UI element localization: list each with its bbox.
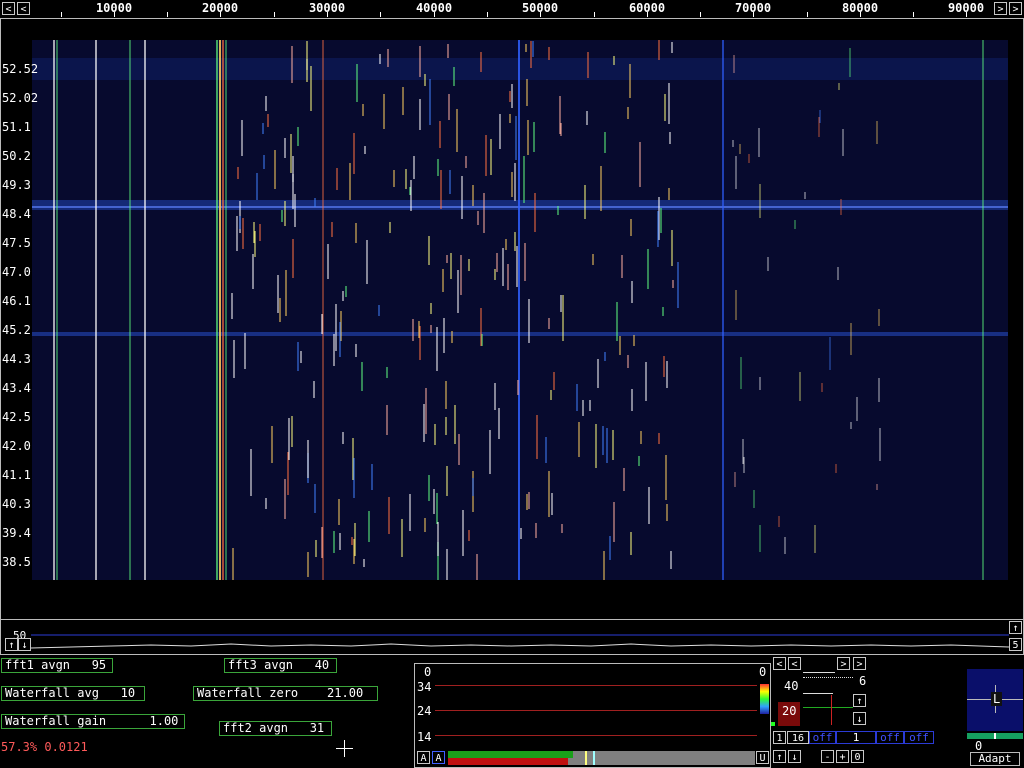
spectrum-up-button[interactable]: ↑ — [5, 638, 18, 651]
spectrum-trace — [31, 634, 1009, 649]
fft3-avgn-param[interactable]: fft3 avgn 40 — [224, 658, 337, 673]
ctrl-down-button[interactable]: ↓ — [853, 712, 866, 725]
ctrl-1-button[interactable]: 1 — [773, 731, 786, 744]
mini-scope[interactable]: L — [967, 669, 1023, 731]
ctrl-up2-button[interactable]: ↑ — [773, 750, 786, 763]
ctrl-value-20: 20 — [782, 704, 797, 718]
ctrl-zero-button[interactable]: 0 — [851, 750, 864, 763]
time-label: 46.1 — [2, 294, 31, 308]
adapt-button[interactable]: Adapt — [970, 752, 1020, 766]
time-label: 49.3 — [2, 178, 31, 192]
crosshair-cursor — [336, 740, 353, 757]
ctrl-down2-button[interactable]: ↓ — [788, 750, 801, 763]
time-label: 51.1 — [2, 120, 31, 134]
time-label: 39.4 — [2, 526, 31, 540]
mini-marker: L — [991, 692, 1003, 706]
ctrl-left2-button[interactable]: < — [788, 657, 801, 670]
waterfall-avg-param[interactable]: Waterfall avg 10 — [1, 686, 145, 701]
time-label: 47.5 — [2, 236, 31, 250]
meter-top-left-value: 0 — [424, 665, 432, 679]
ctrl-off2-button[interactable]: off — [876, 731, 904, 744]
meter-u-button[interactable]: U — [756, 751, 769, 764]
ctrl-right2-button[interactable]: > — [853, 657, 866, 670]
meter-top-right-value: 0 — [759, 665, 767, 679]
spectrum-strip[interactable]: 50 ↑ ↓ ↑ 5 — [0, 619, 1024, 655]
scroll-far-left-button[interactable]: < — [2, 2, 15, 15]
time-label: 45.2 — [2, 323, 31, 337]
meter-bar-green — [448, 751, 573, 758]
meter-color-scale — [760, 684, 769, 714]
time-label: 44.3 — [2, 352, 31, 366]
ctrl-left-button[interactable]: < — [773, 657, 786, 670]
time-label: 43.4 — [2, 381, 31, 395]
time-label: 52.02 — [2, 91, 39, 105]
ctrl-plus-button[interactable]: + — [836, 750, 849, 763]
scroll-left-button[interactable]: < — [17, 2, 30, 15]
ctrl-off3-button[interactable]: off — [904, 731, 934, 744]
ctrl-mid-value[interactable]: 1 — [836, 731, 876, 744]
time-label: 38.5 — [2, 555, 31, 569]
scroll-right-button[interactable]: > — [994, 2, 1007, 15]
frequency-axis: < < > > 10000 20000 30000 40000 50000 60… — [0, 0, 1024, 19]
mini-value: 0 — [975, 739, 983, 753]
spectrum-right-value[interactable]: 5 — [1009, 638, 1022, 651]
ctrl-right-button[interactable]: > — [837, 657, 850, 670]
fft1-avgn-param[interactable]: fft1 avgn 95 — [1, 658, 113, 673]
spectrum-down-button[interactable]: ↓ — [18, 638, 31, 651]
ctrl-value-40: 40 — [784, 679, 799, 693]
level-meter-panel: 0 0 34 24 14 A A U — [414, 663, 771, 768]
waterfall-display[interactable] — [32, 40, 1008, 580]
meter-level-24: 24 — [417, 704, 432, 718]
time-label: 42.0 — [2, 439, 31, 453]
status-readout: 57.3% 0.0121 — [1, 740, 88, 754]
time-label: 50.2 — [2, 149, 31, 163]
waterfall-gain-param[interactable]: Waterfall gain 1.00 — [1, 714, 185, 729]
fft2-avgn-param[interactable]: fft2 avgn 31 — [219, 721, 332, 736]
time-label: 52.52 — [2, 62, 39, 76]
control-panel: < < > > 40 6 ↑ 20 ↓ 1 16 off 1 ↑ ↓ - + 0 — [771, 655, 876, 768]
ctrl-minus-button[interactable]: - — [821, 750, 834, 763]
time-label: 47.0 — [2, 265, 31, 279]
meter-a1-button[interactable]: A — [417, 751, 430, 764]
meter-a2-button[interactable]: A — [432, 751, 445, 764]
spectrum-right-up-button[interactable]: ↑ — [1009, 621, 1022, 634]
ctrl-16-button[interactable]: 16 — [787, 731, 809, 744]
time-label: 42.5 — [2, 410, 31, 424]
waterfall-zero-param[interactable]: Waterfall zero 21.00 — [193, 686, 378, 701]
scroll-far-right-button[interactable]: > — [1009, 2, 1022, 15]
meter-level-34: 34 — [417, 680, 432, 694]
time-label: 41.1 — [2, 468, 31, 482]
meter-level-14: 14 — [417, 730, 432, 744]
ctrl-off1-button[interactable]: off — [809, 731, 836, 744]
time-label: 40.3 — [2, 497, 31, 511]
ctrl-value-6: 6 — [859, 674, 867, 688]
ctrl-up-button[interactable]: ↑ — [853, 694, 866, 707]
meter-bar-red — [448, 758, 568, 765]
time-label: 48.4 — [2, 207, 31, 221]
